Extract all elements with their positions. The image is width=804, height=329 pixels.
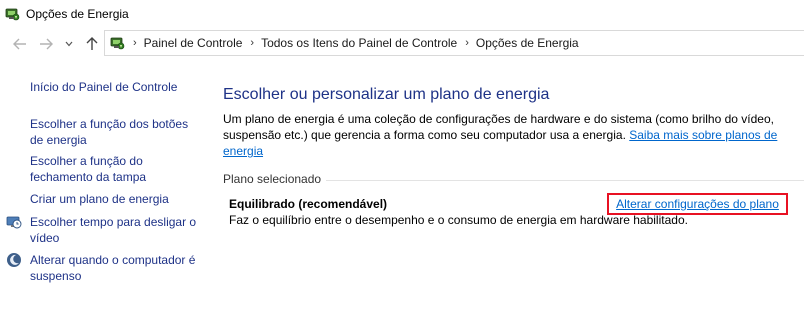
plan-name: Equilibrado (recomendável): [229, 197, 388, 211]
breadcrumb-item-control-panel[interactable]: Painel de Controle: [144, 36, 243, 50]
sidebar-item-power-buttons[interactable]: Escolher a função dos botões de energia: [30, 116, 200, 148]
breadcrumb-separator[interactable]: ›: [465, 37, 469, 49]
breadcrumb-item-power-options[interactable]: Opções de Energia: [476, 36, 579, 50]
section-divider: [326, 180, 804, 181]
breadcrumb-separator[interactable]: ›: [250, 37, 254, 49]
moon-icon: [6, 252, 22, 268]
page-title: Escolher ou personalizar um plano de ene…: [223, 86, 550, 103]
window-title: Opções de Energia: [26, 7, 129, 21]
address-bar[interactable]: › Painel de Controle › Todos os Itens do…: [104, 30, 804, 56]
page-description: Um plano de energia é uma coleção de con…: [223, 111, 783, 159]
arrow-up-icon[interactable]: [82, 32, 102, 56]
arrow-left-icon[interactable]: [10, 32, 30, 56]
sidebar-item-label: Alterar quando o computador é suspenso: [30, 253, 196, 283]
title-bar: Opções de Energia: [0, 0, 804, 28]
arrow-right-icon[interactable]: [36, 32, 56, 56]
breadcrumb-item-all-items[interactable]: Todos os Itens do Painel de Controle: [261, 36, 457, 50]
sidebar-item-label: Escolher tempo para desligar o vídeo: [30, 215, 197, 245]
power-options-window: Opções de Energia › Painel de Controle ›…: [0, 0, 804, 329]
sidebar-item-control-panel-home[interactable]: Início do Painel de Controle: [30, 79, 200, 95]
chevron-down-icon[interactable]: [62, 32, 76, 56]
sidebar-item-sleep[interactable]: Alterar quando o computador é suspenso: [7, 252, 200, 284]
display-clock-icon: [6, 214, 22, 230]
sidebar-item-lid-close[interactable]: Escolher a função do fechamento da tampa: [30, 153, 200, 185]
plan-description: Faz o equilíbrio entre o desempenho e o …: [229, 213, 688, 227]
power-options-icon: [109, 35, 125, 51]
sidebar-item-display-off[interactable]: Escolher tempo para desligar o vídeo: [6, 214, 200, 246]
breadcrumb-separator[interactable]: ›: [133, 37, 137, 49]
sidebar-item-create-plan[interactable]: Criar um plano de energia: [30, 191, 200, 207]
section-label: Plano selecionado: [223, 172, 322, 186]
change-plan-settings-link[interactable]: Alterar configurações do plano: [607, 193, 788, 215]
power-options-icon: [4, 6, 20, 22]
change-plan-settings-label[interactable]: Alterar configurações do plano: [616, 197, 779, 211]
sidebar: Início do Painel de Controle Escolher a …: [0, 60, 200, 329]
navigation-bar: › Painel de Controle › Todos os Itens do…: [0, 28, 804, 60]
